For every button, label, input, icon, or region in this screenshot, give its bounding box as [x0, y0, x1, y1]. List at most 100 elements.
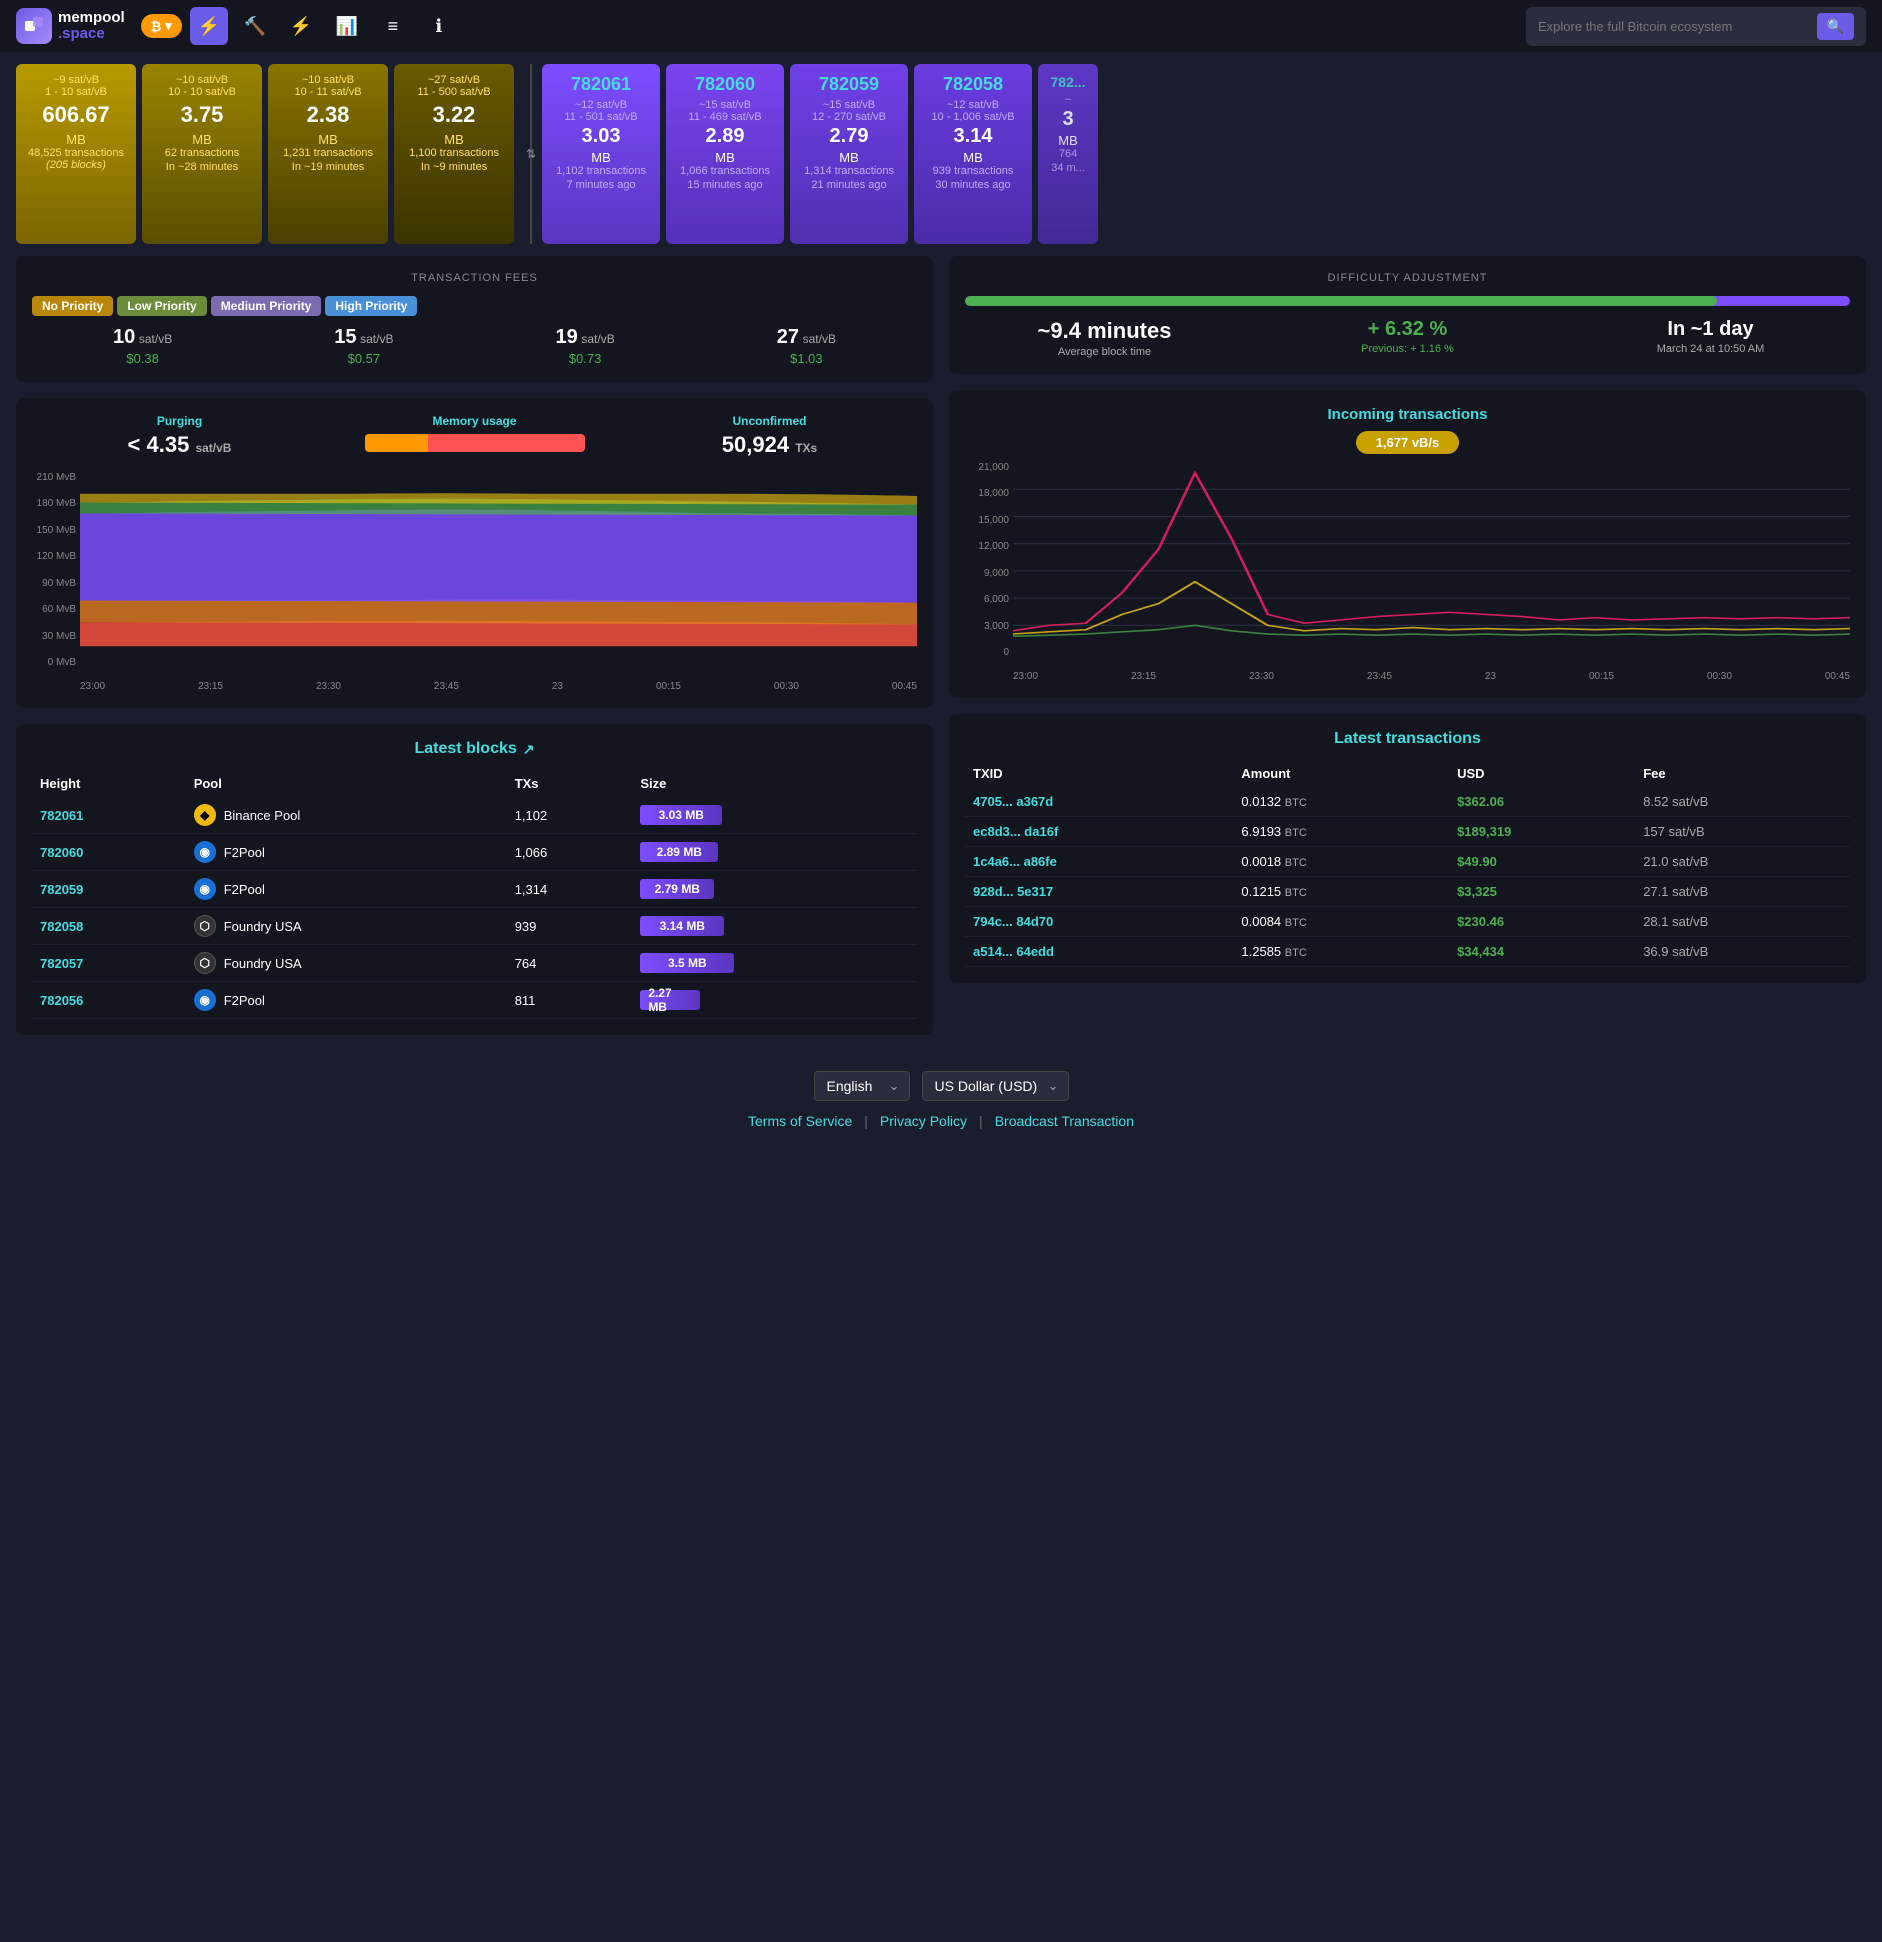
table-row: 782059 ◉ F2Pool 1,314 2.79 MB [32, 871, 917, 908]
terms-link[interactable]: Terms of Service [748, 1113, 852, 1129]
tx-usd: $230.46 [1457, 914, 1504, 929]
pool-name: F2Pool [224, 882, 265, 897]
latest-blocks-table: Height Pool TXs Size 782061 ◆ Binance Po… [32, 770, 917, 1019]
block1-size: 606.67 [28, 102, 124, 128]
confirmed-block-1[interactable]: 782061 ~12 sat/vB 11 - 501 sat/vB 3.03 M… [542, 64, 660, 244]
txid-link[interactable]: 1c4a6... a86fe [973, 854, 1057, 869]
block-height-link[interactable]: 782057 [40, 956, 83, 971]
mempool-stats-row: Purging < 4.35 sat/vB Memory usage 871 M… [32, 414, 917, 462]
block-height-link[interactable]: 782061 [40, 808, 83, 823]
purging-unit: sat/vB [195, 441, 231, 455]
cb5-height: 782... [1050, 74, 1086, 90]
size-bar: 3.03 MB [640, 805, 722, 825]
mempool-block-4[interactable]: ~27 sat/vB 11 - 500 sat/vB 3.22 MB 1,100… [394, 64, 514, 244]
cb3-size: 2.79 [802, 125, 896, 148]
broadcast-link[interactable]: Broadcast Transaction [995, 1113, 1134, 1129]
block4-sat-range: 11 - 500 sat/vB [406, 86, 502, 98]
pool-cell: ⬡ Foundry USA [186, 945, 507, 982]
fee-medium-usd: $0.73 [475, 351, 696, 366]
currency-select-wrap: US Dollar (USD) EUR GBP BTC [922, 1071, 1069, 1101]
cb1-unit: MB [554, 150, 648, 165]
privacy-link[interactable]: Privacy Policy [880, 1113, 967, 1129]
tx-unit: BTC [1285, 797, 1307, 809]
size-cell: 2.89 MB [632, 834, 917, 871]
pool-cell: ◉ F2Pool [186, 834, 507, 871]
nav-charts[interactable]: 📊 [328, 7, 366, 45]
block-height-link[interactable]: 782060 [40, 845, 83, 860]
search-button[interactable]: 🔍 [1817, 13, 1854, 40]
currency-select[interactable]: US Dollar (USD) EUR GBP BTC [922, 1071, 1069, 1101]
amount-cell: 1.2585 BTC [1233, 937, 1449, 967]
language-select[interactable]: English Spanish French German Chinese [814, 1071, 910, 1101]
table-header-row: Height Pool TXs Size [32, 770, 917, 797]
th-pool: Pool [186, 770, 507, 797]
tx-unit: BTC [1285, 857, 1307, 869]
confirmed-block-4[interactable]: 782058 ~12 sat/vB 10 - 1,006 sat/vB 3.14… [914, 64, 1032, 244]
cb2-sat-top: ~15 sat/vB [678, 99, 772, 111]
fee-low-sat: 15 [334, 326, 356, 348]
cb1-height: 782061 [554, 74, 648, 95]
block-height-cell: 782058 [32, 908, 186, 945]
size-cell: 3.03 MB [632, 797, 917, 834]
block-height-link[interactable]: 782058 [40, 919, 83, 934]
mempool-stats-card: Purging < 4.35 sat/vB Memory usage 871 M… [16, 398, 933, 708]
btc-selector[interactable]: ₿ ▾ [141, 14, 182, 38]
th-fee: Fee [1635, 760, 1850, 787]
difficulty-card: DIFFICULTY ADJUSTMENT ~9.4 minutes Avera… [949, 256, 1866, 374]
incoming-chart-x: 23:00 23:15 23:30 23:45 23 00:15 00:30 0… [1013, 671, 1850, 682]
mempool-block-2[interactable]: ~10 sat/vB 10 - 10 sat/vB 3.75 MB 62 tra… [142, 64, 262, 244]
nav-docs[interactable]: ≡ [374, 7, 412, 45]
block4-eta: In ~9 minutes [406, 161, 502, 173]
confirmed-block-2[interactable]: 782060 ~15 sat/vB 11 - 469 sat/vB 2.89 M… [666, 64, 784, 244]
txid-link[interactable]: a514... 64edd [973, 944, 1054, 959]
nav-lightning[interactable]: ⚡ [282, 7, 320, 45]
nav-tools[interactable]: 🔨 [236, 7, 274, 45]
th-height: Height [32, 770, 186, 797]
block2-txs: 62 transactions [154, 147, 250, 159]
block-height-link[interactable]: 782059 [40, 882, 83, 897]
mempool-block-3[interactable]: ~10 sat/vB 10 - 11 sat/vB 2.38 MB 1,231 … [268, 64, 388, 244]
block-height-link[interactable]: 782056 [40, 993, 83, 1008]
nav-info[interactable]: ℹ [420, 7, 458, 45]
right-column: DIFFICULTY ADJUSTMENT ~9.4 minutes Avera… [949, 256, 1866, 1035]
cb5-size: 3 [1050, 108, 1086, 131]
latest-blocks-link[interactable]: ↗ [523, 741, 535, 758]
cb4-txs: 939 transactions [926, 165, 1020, 177]
fee-medium: 19 sat/vB $0.73 [475, 326, 696, 366]
confirmed-block-3[interactable]: 782059 ~15 sat/vB 12 - 270 sat/vB 2.79 M… [790, 64, 908, 244]
table-row: 782060 ◉ F2Pool 1,066 2.89 MB [32, 834, 917, 871]
fee-label-low: Low Priority [117, 296, 206, 316]
diff-bar-wrap [965, 296, 1850, 306]
cb2-height: 782060 [678, 74, 772, 95]
usd-cell: $49.90 [1449, 847, 1635, 877]
unconfirmed-unit: TXs [795, 441, 817, 455]
txid-link[interactable]: 4705... a367d [973, 794, 1053, 809]
txid-cell: 1c4a6... a86fe [965, 847, 1233, 877]
block2-sat-range: 10 - 10 sat/vB [154, 86, 250, 98]
block4-size: 3.22 [406, 102, 502, 128]
nav-dashboard[interactable]: ⚡ [190, 7, 228, 45]
block1-sat-top: ~9 sat/vB [28, 74, 124, 86]
fee-medium-sat: 19 [556, 326, 578, 348]
fee-high-unit: sat/vB [803, 332, 836, 346]
purging-val: < 4.35 sat/vB [32, 432, 327, 458]
block-height-cell: 782061 [32, 797, 186, 834]
usd-cell: $362.06 [1449, 787, 1635, 817]
cb3-height: 782059 [802, 74, 896, 95]
search-input[interactable] [1538, 19, 1809, 34]
diff-stats: ~9.4 minutes Average block time + 6.32 %… [965, 318, 1850, 358]
block-height-cell: 782056 [32, 982, 186, 1019]
pool-icon: ⬡ [194, 952, 216, 974]
size-cell: 2.79 MB [632, 871, 917, 908]
txid-link[interactable]: ec8d3... da16f [973, 824, 1058, 839]
size-cell: 3.14 MB [632, 908, 917, 945]
pool-cell: ◉ F2Pool [186, 982, 507, 1019]
mempool-block-1[interactable]: ~9 sat/vB 1 - 10 sat/vB 606.67 MB 48,525… [16, 64, 136, 244]
cb2-txs: 1,066 transactions [678, 165, 772, 177]
block2-eta: In ~28 minutes [154, 161, 250, 173]
txid-link[interactable]: 928d... 5e317 [973, 884, 1053, 899]
purging-label: Purging [32, 414, 327, 428]
table-row: 794c... 84d70 0.0084 BTC $230.46 28.1 sa… [965, 907, 1850, 937]
txid-link[interactable]: 794c... 84d70 [973, 914, 1053, 929]
confirmed-block-5[interactable]: 782... ~ 3 MB 764 34 m... [1038, 64, 1098, 244]
